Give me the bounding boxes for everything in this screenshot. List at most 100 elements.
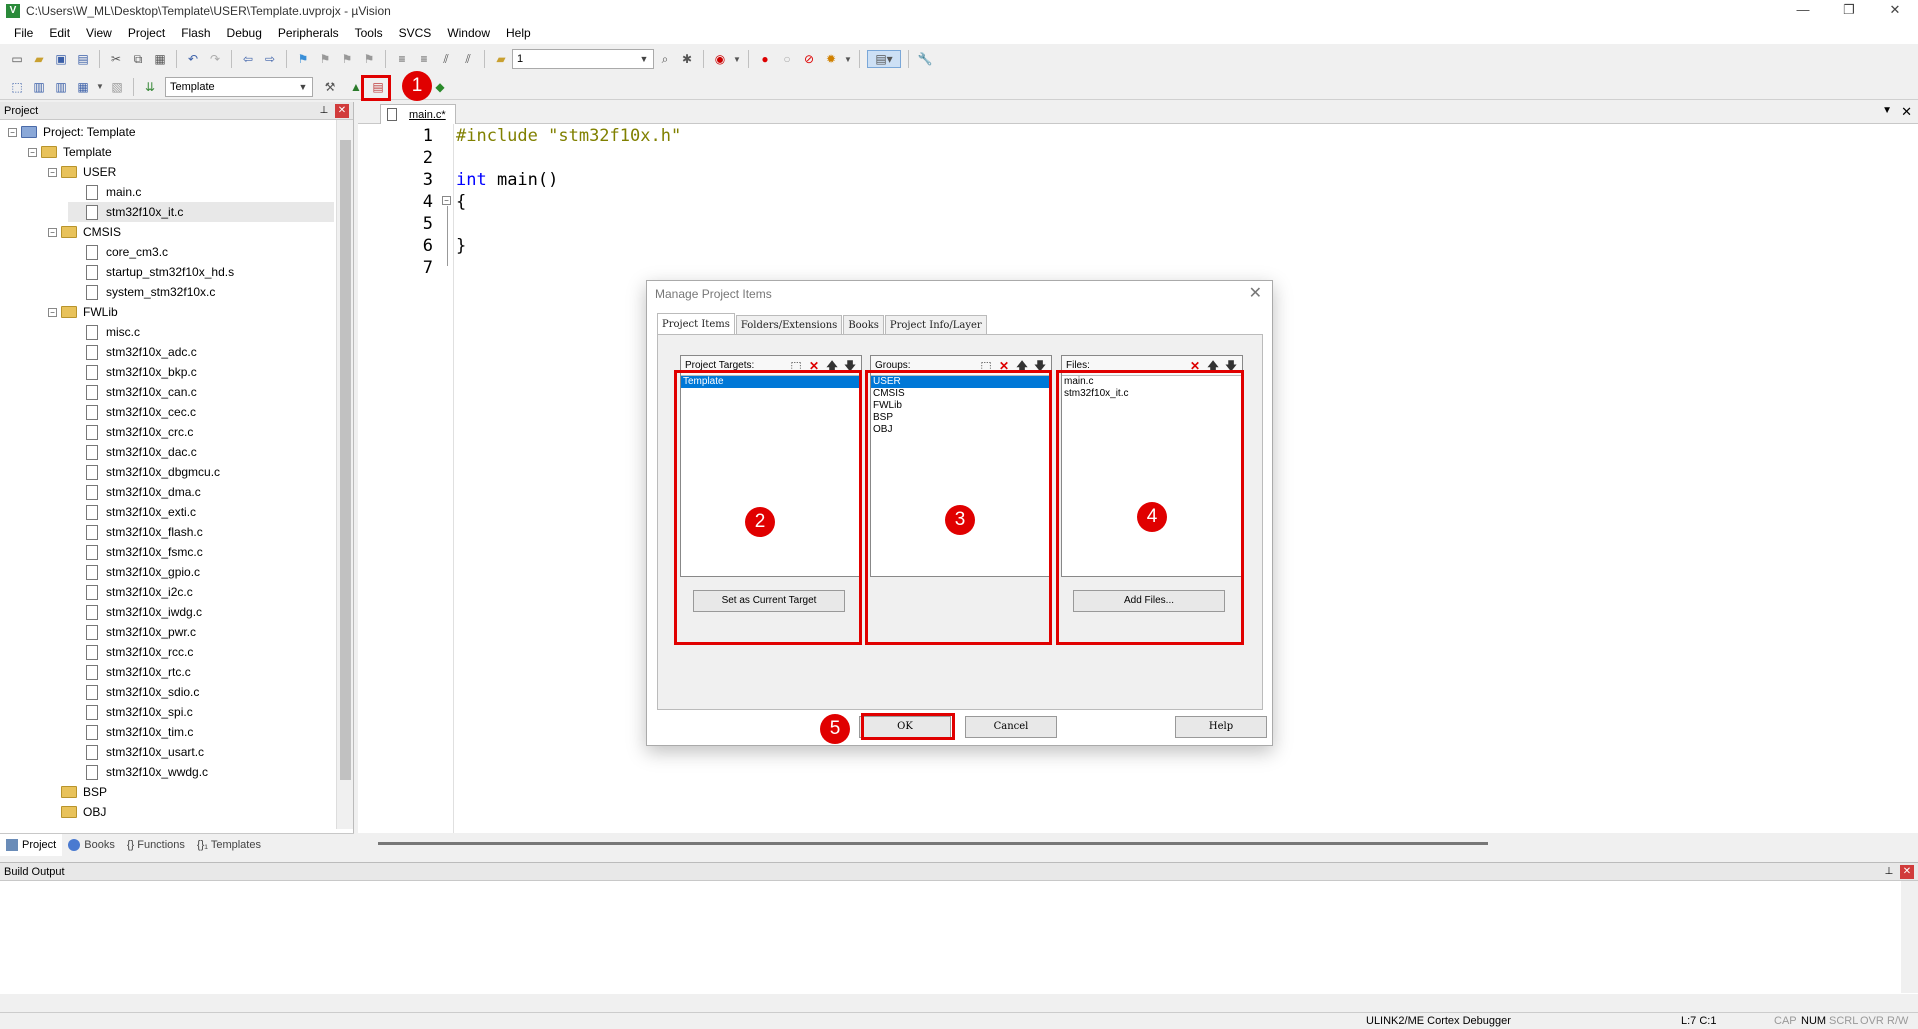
save-all-icon[interactable]: ▤ bbox=[74, 50, 92, 68]
tab-folders-extensions[interactable]: Folders/Extensions bbox=[735, 315, 843, 335]
tree-file-item[interactable]: stm32f10x_pwr.c bbox=[68, 622, 196, 642]
menu-peripherals[interactable]: Peripherals bbox=[270, 22, 347, 44]
next-bookmark-icon[interactable]: ⚑ bbox=[338, 50, 356, 68]
tree-file-item[interactable]: main.c bbox=[68, 182, 141, 202]
batch-build-icon[interactable]: ▦ bbox=[74, 78, 92, 96]
comment-icon[interactable]: ⫽ bbox=[437, 50, 455, 68]
disable-breakpoint-icon[interactable]: ○ bbox=[778, 50, 796, 68]
tree-file-item[interactable]: stm32f10x_spi.c bbox=[68, 702, 193, 722]
tree-file-item[interactable]: system_stm32f10x.c bbox=[68, 282, 215, 302]
tree-folder-item[interactable]: OBJ bbox=[48, 802, 106, 822]
help-button[interactable]: Help bbox=[1175, 716, 1267, 738]
new-file-icon[interactable]: ▭ bbox=[8, 50, 26, 68]
cut-icon[interactable]: ✂ bbox=[107, 50, 125, 68]
open-folder-icon[interactable]: ▰ bbox=[30, 50, 48, 68]
target-select[interactable]: Template ▼ bbox=[165, 76, 313, 97]
tab-books[interactable]: Books bbox=[62, 834, 121, 856]
menu-window[interactable]: Window bbox=[439, 22, 498, 44]
tab-project[interactable]: Project bbox=[0, 833, 63, 856]
minimize-button[interactable]: — bbox=[1780, 0, 1826, 22]
tree-file-item[interactable]: stm32f10x_fsmc.c bbox=[68, 542, 203, 562]
disable-all-breakpoints-icon[interactable]: ⊘ bbox=[800, 50, 818, 68]
unindent-icon[interactable]: ≡ bbox=[415, 50, 433, 68]
indent-icon[interactable]: ≡ bbox=[393, 50, 411, 68]
stop-build-icon[interactable]: ▧ bbox=[108, 78, 126, 96]
chevron-down-icon[interactable]: ▼ bbox=[844, 50, 852, 68]
tab-books[interactable]: Books bbox=[843, 315, 884, 335]
incremental-find-icon[interactable]: ⌕ bbox=[656, 50, 674, 68]
uncomment-icon[interactable]: ⫽ bbox=[459, 50, 477, 68]
menu-file[interactable]: File bbox=[6, 22, 41, 44]
cancel-button[interactable]: Cancel bbox=[965, 716, 1057, 738]
kill-all-breakpoints-icon[interactable]: ✹ bbox=[822, 50, 840, 68]
paste-icon[interactable]: ▦ bbox=[151, 50, 169, 68]
tree-file-item[interactable]: core_cm3.c bbox=[68, 242, 168, 262]
pin-icon[interactable]: ⊥ bbox=[317, 104, 331, 118]
window-layout-icon[interactable]: ▤▾ bbox=[867, 50, 901, 68]
find-icon[interactable]: ✱ bbox=[678, 50, 696, 68]
tree-file-item[interactable]: stm32f10x_dac.c bbox=[68, 442, 197, 462]
tab-project-items[interactable]: Project Items bbox=[657, 313, 735, 335]
menu-debug[interactable]: Debug bbox=[219, 22, 270, 44]
configure-wrench-icon[interactable]: 🔧 bbox=[916, 50, 934, 68]
pin-icon[interactable]: ⊥ bbox=[1882, 865, 1896, 879]
menu-tools[interactable]: Tools bbox=[347, 22, 391, 44]
build-icon[interactable]: ▥ bbox=[30, 78, 48, 96]
close-icon[interactable]: ✕ bbox=[1900, 865, 1914, 879]
dialog-close-icon[interactable]: ✕ bbox=[1249, 283, 1262, 303]
project-tree-scrollbar[interactable] bbox=[336, 120, 353, 829]
download-icon[interactable]: ⇊ bbox=[141, 78, 159, 96]
tree-file-item[interactable]: misc.c bbox=[68, 322, 140, 342]
collapse-toggle-icon[interactable]: − bbox=[48, 227, 57, 237]
tab-project-info-layer[interactable]: Project Info/Layer bbox=[884, 315, 987, 335]
tree-file-item[interactable]: stm32f10x_flash.c bbox=[68, 522, 203, 542]
navigate-back-icon[interactable]: ⇦ bbox=[239, 50, 257, 68]
navigate-forward-icon[interactable]: ⇨ bbox=[261, 50, 279, 68]
tree-file-item[interactable]: stm32f10x_can.c bbox=[68, 382, 197, 402]
find-combo[interactable]: 1 ▼ bbox=[512, 49, 654, 69]
menu-view[interactable]: View bbox=[78, 22, 120, 44]
pack-installer-icon[interactable]: ◆ bbox=[431, 78, 449, 96]
editor-horizontal-scrollbar[interactable] bbox=[358, 833, 1918, 855]
tree-folder-item[interactable]: BSP bbox=[48, 782, 107, 802]
tree-file-item[interactable]: stm32f10x_i2c.c bbox=[68, 582, 193, 602]
restore-button[interactable]: ❐ bbox=[1826, 0, 1872, 22]
fold-toggle-icon[interactable]: − bbox=[442, 196, 451, 205]
collapse-toggle-icon[interactable]: − bbox=[28, 147, 37, 157]
tree-file-item[interactable]: stm32f10x_rcc.c bbox=[68, 642, 193, 662]
tree-file-item[interactable]: stm32f10x_crc.c bbox=[68, 422, 193, 442]
save-icon[interactable]: ▣ bbox=[52, 50, 70, 68]
tree-file-item[interactable]: stm32f10x_cec.c bbox=[68, 402, 196, 422]
chevron-down-icon[interactable]: ▼ bbox=[96, 78, 104, 96]
tree-file-item[interactable]: stm32f10x_it.c bbox=[68, 202, 334, 222]
tab-main-c[interactable]: main.c* bbox=[380, 104, 456, 124]
tree-folder-item[interactable]: − Template bbox=[28, 142, 112, 162]
menu-project[interactable]: Project bbox=[120, 22, 173, 44]
tree-file-item[interactable]: stm32f10x_gpio.c bbox=[68, 562, 200, 582]
find-in-files-icon[interactable]: ▰ bbox=[492, 50, 510, 68]
collapse-toggle-icon[interactable]: − bbox=[48, 167, 57, 177]
tree-folder-item[interactable]: − Project: Template bbox=[8, 122, 136, 142]
tree-file-item[interactable]: stm32f10x_iwdg.c bbox=[68, 602, 202, 622]
rebuild-icon[interactable]: ▥ bbox=[52, 78, 70, 96]
breakpoint-icon[interactable]: ● bbox=[756, 50, 774, 68]
tree-file-item[interactable]: stm32f10x_rtc.c bbox=[68, 662, 191, 682]
redo-icon[interactable]: ↷ bbox=[206, 50, 224, 68]
scrollbar-thumb[interactable] bbox=[378, 842, 1488, 845]
tree-file-item[interactable]: startup_stm32f10x_hd.s bbox=[68, 262, 234, 282]
bookmark-icon[interactable]: ⚑ bbox=[294, 50, 312, 68]
undo-icon[interactable]: ↶ bbox=[184, 50, 202, 68]
menu-flash[interactable]: Flash bbox=[173, 22, 218, 44]
chevron-down-icon[interactable]: ▼ bbox=[733, 50, 741, 68]
translate-icon[interactable]: ⬚ bbox=[8, 78, 26, 96]
tree-file-item[interactable]: stm32f10x_wwdg.c bbox=[68, 762, 208, 782]
collapse-toggle-icon[interactable]: − bbox=[8, 127, 17, 137]
tree-file-item[interactable]: stm32f10x_exti.c bbox=[68, 502, 196, 522]
build-output-hscrollbar[interactable] bbox=[0, 994, 1918, 1012]
tree-file-item[interactable]: stm32f10x_dbgmcu.c bbox=[68, 462, 220, 482]
menu-svcs[interactable]: SVCS bbox=[391, 22, 440, 44]
prev-bookmark-icon[interactable]: ⚑ bbox=[316, 50, 334, 68]
tree-file-item[interactable]: stm32f10x_adc.c bbox=[68, 342, 197, 362]
tab-functions[interactable]: {} Functions bbox=[121, 834, 191, 856]
build-output-scrollbar[interactable] bbox=[1901, 881, 1918, 993]
